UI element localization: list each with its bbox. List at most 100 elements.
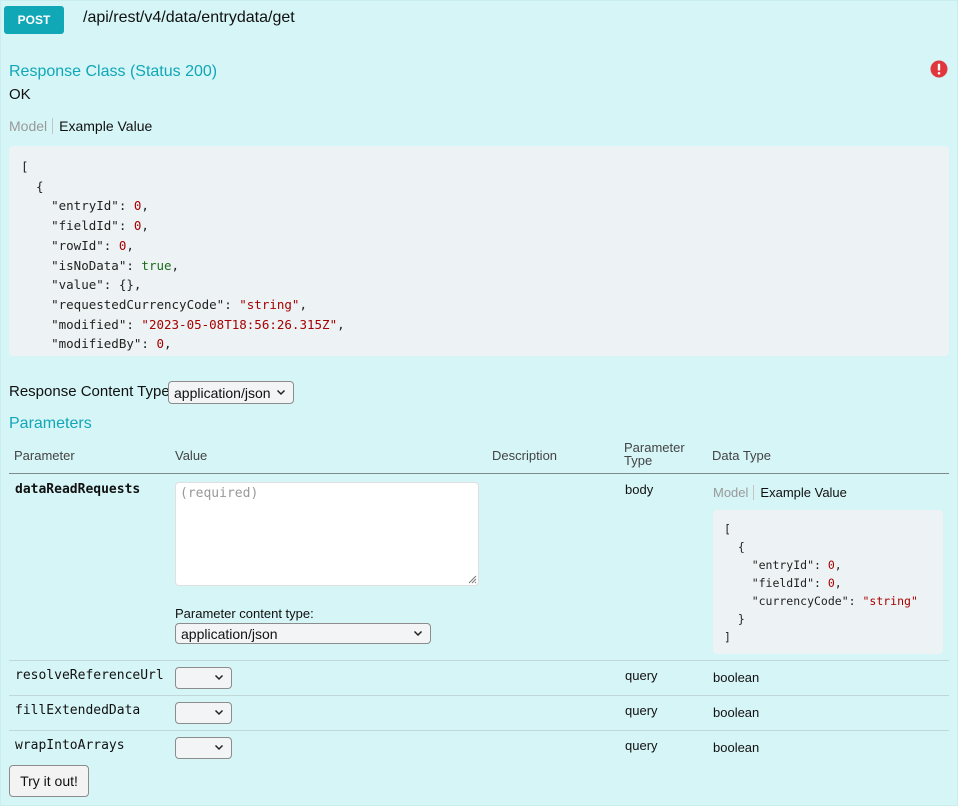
operation-panel: POST /api/rest/v4/data/entrydata/get Res… [0,0,958,806]
code-line: "currencyCode": "string" [724,592,943,610]
example-value-tab[interactable]: Example Value [53,118,152,134]
code-token: "entryId": [724,558,828,572]
dataReadRequests-textarea[interactable]: (required) [175,482,479,586]
example-value-tab[interactable]: Example Value [754,485,846,500]
code-line: "entryId": 0, [21,196,949,216]
code-token: "fieldId": [724,576,828,590]
model-tab[interactable]: Model [9,118,54,134]
code-line: { [724,538,943,556]
response-class-title: Response Class (Status 200) [9,63,218,80]
data-type-boolean: boolean [713,740,760,755]
resolveReferenceUrl-select[interactable] [175,667,232,689]
endpoint-path[interactable]: /api/rest/v4/data/entrydata/get [83,9,295,27]
code-token: } [724,612,745,626]
parameter-content-type-value: application/json [181,625,278,642]
code-token: [ [724,522,731,536]
response-content-type-label: Response Content Type [9,383,170,400]
code-line: { [21,177,949,197]
resize-handle-icon[interactable] [467,574,477,584]
code-token: , [171,257,180,273]
code-token: , [834,558,842,572]
code-line: "fieldId": 0, [21,216,949,236]
code-token: 0 [827,576,835,590]
chevron-down-icon [214,744,224,751]
body-example-code[interactable]: [ { "entryId": 0, "fieldId": 0, "currenc… [713,510,943,654]
header-parameter: Parameter [14,448,75,463]
code-token: , [141,198,149,214]
param-type-query: query [625,738,658,753]
chevron-down-icon [413,630,423,636]
code-token: true [141,257,172,273]
chevron-down-icon [214,709,224,716]
code-line: ] [724,628,943,646]
code-token: "requestedCurrencyCode": [21,296,240,312]
header-parameter-type-line2: Type [624,453,653,468]
code-line: "modified": "2023-05-08T18:56:26.315Z", [21,315,949,335]
response-content-type-value: application/json [174,384,271,401]
code-token: "2023-05-08T18:56:26.315Z" [141,316,338,332]
row-divider [9,695,949,696]
param-name-wrapIntoArrays: wrapIntoArrays [15,738,125,753]
data-type-model-tabs: Model Example Value [713,485,847,500]
chevron-down-icon [276,389,286,395]
data-type-boolean: boolean [713,670,760,685]
code-token: { [724,540,745,554]
code-token: "rowId": [21,237,119,253]
header-value: Value [175,448,208,463]
code-line: "isNoData": true, [21,256,949,276]
header-parameter-type: Parameter Type [624,441,694,467]
header-description: Description [492,448,558,463]
row-divider [9,660,949,661]
code-line: [ [21,157,949,177]
code-line: "value": {}, [21,275,949,295]
response-status-text: OK [9,86,31,103]
data-type-boolean: boolean [713,705,760,720]
code-line: [ [724,520,943,538]
code-token: { [21,178,44,194]
code-line: "rowId": 0, [21,236,949,256]
code-token: "fieldId": [21,218,134,234]
row-divider [9,730,949,731]
code-token: 0 [156,336,164,352]
model-tab[interactable]: Model [713,485,755,500]
parameter-content-type-label: Parameter content type: [175,606,314,621]
param-name-resolveReferenceUrl: resolveReferenceUrl [15,668,164,683]
code-token: , [337,316,345,332]
code-line: } [724,610,943,628]
response-example-code[interactable]: [ { "entryId": 0, "fieldId": 0, "rowId":… [9,146,949,356]
code-token: "string" [239,296,300,312]
header-data-type: Data Type [712,448,772,463]
code-token: , [126,237,134,253]
code-token: "modified": [21,316,142,332]
parameters-title: Parameters [9,415,92,432]
code-token: , [834,576,842,590]
code-line: "modifiedBy": 0, [21,334,949,354]
try-it-out-button[interactable]: Try it out! [9,765,89,797]
code-token: 0 [827,558,835,572]
code-token: "isNoData": [21,257,142,273]
code-line: "entryId": 0, [724,556,943,574]
param-name-dataReadRequests: dataReadRequests [15,482,141,497]
fillExtendedData-select[interactable] [175,702,232,724]
code-line: "fieldId": 0, [724,574,943,592]
code-line: "requestedCurrencyCode": "string", [21,295,949,315]
wrapIntoArrays-select[interactable] [175,737,232,759]
code-token: "string" [862,594,918,608]
code-token: "value": {}, [21,277,142,293]
code-token: ] [724,630,731,644]
code-token: "modifiedBy": [21,336,157,352]
param-type-body: body [625,482,654,497]
http-method-badge[interactable]: POST [4,6,64,34]
exclamation-circle-icon[interactable] [930,60,948,78]
param-type-query: query [625,668,658,683]
response-model-tabs: Model Example Value [9,118,152,134]
response-content-type-select[interactable]: application/json [168,381,294,404]
code-token: [ [21,159,29,174]
table-header-divider [9,473,949,474]
chevron-down-icon [214,674,224,681]
parameter-content-type-select[interactable]: application/json [175,623,431,644]
code-token: , [299,296,307,312]
param-type-query: query [625,703,658,718]
code-token: "currencyCode": [724,594,863,608]
textarea-placeholder: (required) [180,486,259,501]
